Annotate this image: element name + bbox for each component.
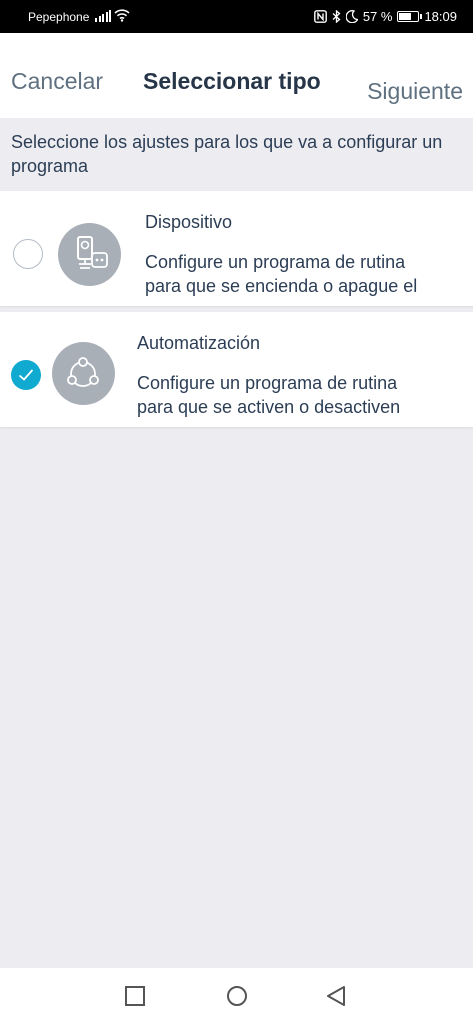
next-button[interactable]: Siguiente: [367, 78, 463, 105]
header: Cancelar Seleccionar tipo Siguiente: [0, 33, 473, 118]
automation-nodes-icon: [52, 342, 115, 405]
carrier-name: Pepephone: [28, 10, 90, 24]
instructions-text: Seleccione los ajustes para los que va a…: [11, 132, 443, 176]
radio-selected-check-icon[interactable]: [11, 360, 41, 390]
cancel-button[interactable]: Cancelar: [11, 68, 103, 95]
option-title: Dispositivo: [145, 212, 233, 232]
home-icon[interactable]: [226, 986, 248, 1008]
do-not-disturb-moon-icon: [345, 10, 358, 23]
page-title: Seleccionar tipo: [143, 68, 321, 94]
signal-icon: [95, 9, 111, 22]
battery-percent: 57 %: [362, 9, 393, 24]
nfc-icon: [313, 10, 327, 23]
option-card-device[interactable]: Dispositivo Configure un programa de rut…: [0, 191, 473, 306]
back-icon[interactable]: [326, 986, 346, 1006]
battery-icon: [397, 11, 423, 22]
option-description-line2: para que se encienda o apague el: [145, 276, 418, 296]
status-bar: Pepephone 57 % 18:09: [0, 0, 473, 33]
device-plug-icon: [58, 223, 121, 286]
wifi-icon: [114, 9, 130, 22]
option-description-line1: Configure un programa de rutina: [137, 373, 398, 393]
system-nav-bar: [0, 968, 473, 1024]
bluetooth-icon: [332, 10, 341, 23]
recent-apps-icon[interactable]: [125, 986, 145, 1006]
option-description-line2: para que se activen o desactiven: [137, 397, 401, 417]
option-card-automation[interactable]: Automatización Configure un programa de …: [0, 312, 473, 427]
option-title: Automatización: [137, 333, 261, 353]
clock: 18:09: [424, 9, 457, 24]
option-description-line1: Configure un programa de rutina: [145, 252, 406, 272]
radio-unselected[interactable]: [13, 239, 43, 269]
